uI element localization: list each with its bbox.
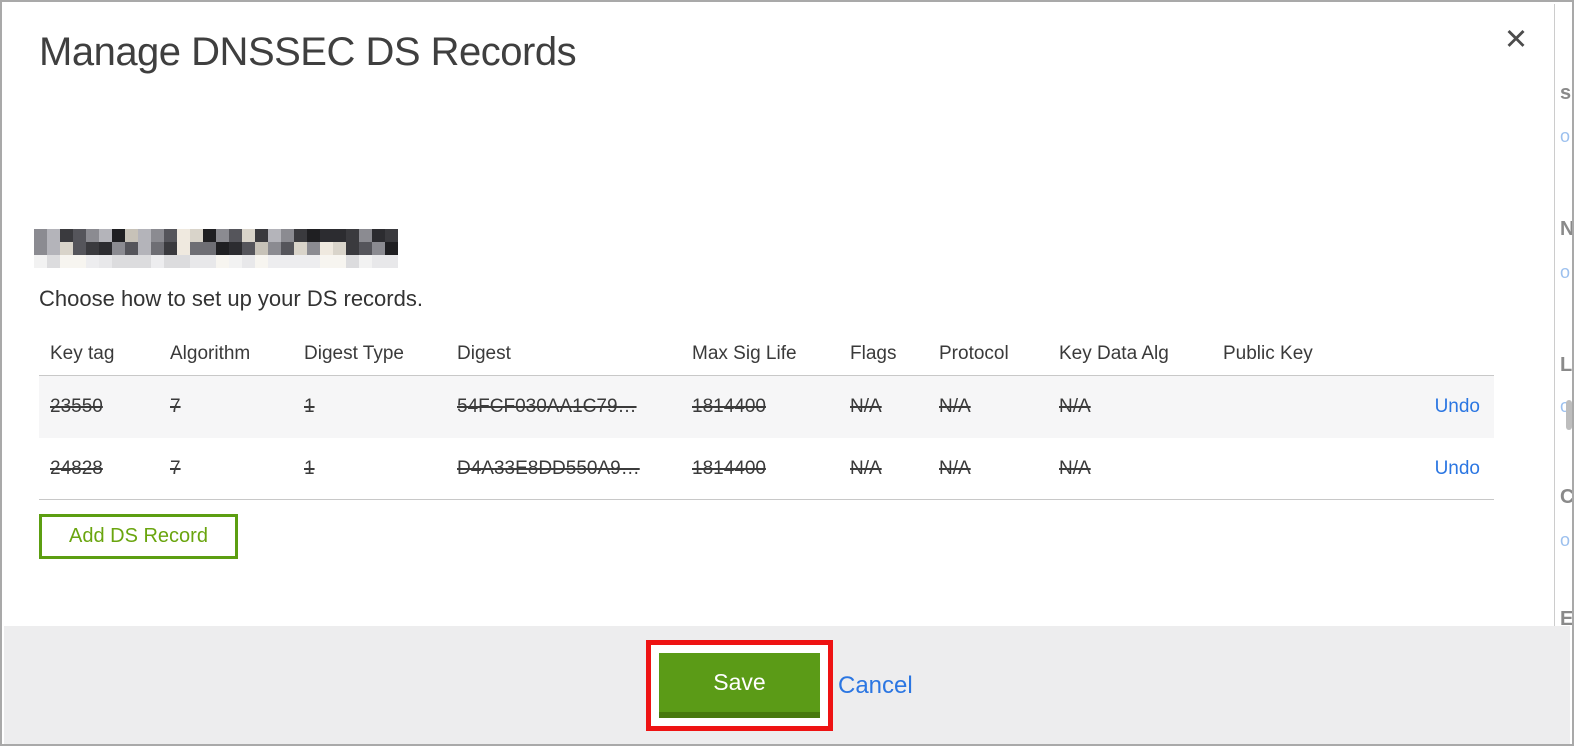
cell-max-sig-life: 1814400: [692, 457, 766, 479]
ds-records-table: Key tag Algorithm Digest Type Digest Max…: [39, 332, 1494, 500]
column-header-max-sig-life: Max Sig Life: [692, 342, 797, 364]
cell-protocol: N/A: [939, 457, 971, 479]
instruction-text: Choose how to set up your DS records.: [39, 286, 423, 311]
cell-key-tag: 23550: [50, 396, 103, 417]
cell-digest: 54FCF030AA1C79…: [457, 396, 637, 417]
cell-key-data-alg: N/A: [1059, 396, 1091, 417]
cell-key-data-alg: N/A: [1059, 457, 1091, 479]
cancel-link[interactable]: Cancel: [838, 672, 913, 700]
column-header-digest-type: Digest Type: [304, 342, 404, 364]
add-ds-record-button[interactable]: Add DS Record: [39, 514, 238, 559]
save-button[interactable]: Save: [659, 653, 820, 718]
cell-max-sig-life: 1814400: [692, 396, 766, 417]
column-header-digest: Digest: [457, 342, 511, 364]
cell-flags: N/A: [850, 396, 882, 417]
close-icon[interactable]: ✕: [1496, 20, 1536, 60]
table-row: 23550 7 1 54FCF030AA1C79… 1814400 N/A N/…: [39, 376, 1494, 438]
dialog-footer: Save Cancel: [4, 626, 1570, 744]
table-header-row: Key tag Algorithm Digest Type Digest Max…: [39, 332, 1494, 376]
cell-digest: D4A33E8DD550A9…: [457, 457, 640, 479]
cell-protocol: N/A: [939, 396, 971, 417]
background-page-strip: soNoLoCoE: [1556, 4, 1572, 626]
save-annotation-highlight-box: Save: [646, 640, 833, 731]
column-header-key-data-alg: Key Data Alg: [1059, 342, 1169, 364]
table-row: 24828 7 1 D4A33E8DD550A9… 1814400 N/A N/…: [39, 438, 1494, 500]
column-header-protocol: Protocol: [939, 342, 1009, 364]
page-title: Manage DNSSEC DS Records: [39, 30, 577, 74]
cell-digest-type: 1: [304, 396, 315, 417]
undo-link[interactable]: Undo: [1435, 396, 1480, 417]
undo-link[interactable]: Undo: [1435, 458, 1480, 479]
cell-algorithm: 7: [170, 457, 181, 479]
column-header-key-tag: Key tag: [50, 342, 115, 364]
cell-key-tag: 24828: [50, 457, 103, 479]
dialog-manage-dnssec: Manage DNSSEC DS Records ✕ Choose how to…: [0, 0, 1574, 746]
cell-flags: N/A: [850, 457, 882, 479]
column-header-flags: Flags: [850, 342, 897, 364]
modal-right-border: [1554, 4, 1555, 626]
cell-digest-type: 1: [304, 457, 315, 479]
column-header-algorithm: Algorithm: [170, 342, 251, 364]
cell-algorithm: 7: [170, 396, 181, 417]
scrollbar-thumb[interactable]: [1566, 400, 1572, 430]
domain-name-redacted: [34, 229, 398, 268]
column-header-public-key: Public Key: [1223, 342, 1313, 364]
